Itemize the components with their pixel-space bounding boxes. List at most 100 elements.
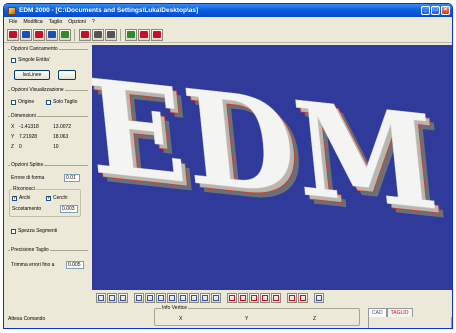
- rotate-button[interactable]: [178, 293, 188, 303]
- group-title: Precisione Taglio: [10, 247, 50, 253]
- zoom-window-button[interactable]: [107, 293, 117, 303]
- open-folder-icon: [9, 31, 17, 38]
- settings-icon: [316, 295, 322, 301]
- info-vertice-group: Info Vertice X Y Z: [154, 305, 360, 326]
- exit-button[interactable]: [151, 28, 163, 41]
- home-button[interactable]: [79, 28, 91, 41]
- title-bar[interactable]: EDM 2000 - [C:\Documents and Settings\Lu…: [4, 4, 452, 17]
- scostamento-input[interactable]: 0.003: [60, 205, 78, 213]
- spezza-segmenti-label: Spezza Segmenti: [18, 228, 58, 234]
- group-title: Dimensioni: [10, 113, 37, 119]
- layer-3-button[interactable]: [260, 293, 270, 303]
- spezza-segmenti-row[interactable]: Spezza Segmenti: [11, 228, 57, 234]
- isolinee-button[interactable]: IsoLinee: [14, 70, 50, 80]
- open-folder-button[interactable]: [7, 28, 19, 41]
- save-file-button[interactable]: [33, 28, 45, 41]
- solo-taglio-label: Solo Taglio: [53, 99, 78, 105]
- archi-checkbox[interactable]: ✓: [12, 195, 17, 201]
- layer-3-icon: [262, 295, 268, 301]
- layer-5-button[interactable]: [287, 293, 297, 303]
- zoom-window-icon: [109, 295, 115, 301]
- menu-help[interactable]: ?: [89, 19, 98, 25]
- errore-forma-input[interactable]: 0.01: [64, 174, 80, 182]
- edit-button[interactable]: [92, 28, 104, 41]
- solo-taglio-checkbox[interactable]: [46, 99, 51, 105]
- tab-taglio[interactable]: TAGLIO: [386, 308, 413, 317]
- riconosci-group: Riconosci ✓ Archi ✓ Cerchi Scostamento 0…: [9, 186, 81, 217]
- blank-button[interactable]: [58, 70, 76, 80]
- disk-button[interactable]: [125, 28, 137, 41]
- menu-opzioni[interactable]: Opzioni: [65, 19, 89, 25]
- zoom-extents-button[interactable]: [96, 293, 106, 303]
- group-dimensioni: Dimensioni X -1.41318 13.0072 Y 7.21928 …: [8, 113, 88, 156]
- cerchi-checkbox[interactable]: ✓: [46, 195, 51, 201]
- render-icon: [213, 295, 219, 301]
- info-y-label: Y: [245, 316, 249, 322]
- menu-taglio[interactable]: Taglio: [46, 19, 66, 25]
- cerchi-row[interactable]: ✓ Cerchi: [46, 195, 67, 201]
- view-iso-button[interactable]: [167, 293, 177, 303]
- layer-5-icon: [289, 295, 295, 301]
- tab-cad[interactable]: CAD: [368, 308, 387, 317]
- menu-file[interactable]: File: [6, 19, 20, 25]
- settings-button[interactable]: [314, 293, 324, 303]
- main-toolbar: [4, 27, 452, 43]
- layer-2-button[interactable]: [249, 293, 259, 303]
- zoom-in-button[interactable]: [118, 293, 128, 303]
- layer-4-button[interactable]: [271, 293, 281, 303]
- singola-entita-row[interactable]: Singole Entita': [11, 57, 50, 63]
- view-side-button[interactable]: [156, 293, 166, 303]
- layer-1-button[interactable]: [238, 293, 248, 303]
- singola-entita-checkbox[interactable]: [11, 57, 16, 63]
- pan-button[interactable]: [189, 293, 199, 303]
- 3d-viewport[interactable]: EDM EDM EDM: [92, 45, 452, 290]
- dim-max-y: 18.063: [53, 134, 69, 140]
- minimize-button[interactable]: _: [421, 6, 430, 15]
- view-iso-icon: [169, 295, 175, 301]
- origine-checkbox[interactable]: [11, 99, 16, 105]
- layer-6-button[interactable]: [298, 293, 308, 303]
- dim-axis-y: Y: [11, 134, 15, 140]
- group-title: Opzioni Caricamento: [10, 46, 59, 52]
- group-title: Opzioni Visualizzazione: [10, 87, 65, 93]
- view-top-button[interactable]: [134, 293, 144, 303]
- view-toolbar: [92, 291, 452, 305]
- print-button[interactable]: [138, 28, 150, 41]
- edit-icon: [94, 31, 102, 38]
- info-z-label: Z: [313, 316, 317, 322]
- open-file-button[interactable]: [20, 28, 32, 41]
- maximize-button[interactable]: □: [431, 6, 440, 15]
- export-icon: [61, 31, 69, 38]
- group-title: Opzioni Spline: [10, 162, 45, 168]
- rotate-icon: [180, 295, 186, 301]
- dim-row-z: Z 0 10: [11, 144, 59, 150]
- export-button[interactable]: [59, 28, 71, 41]
- import-file-button[interactable]: [46, 28, 58, 41]
- redraw-button[interactable]: [200, 293, 210, 303]
- dim-axis-x: X: [11, 124, 15, 130]
- trimma-label: Trimma errori fino a: [11, 262, 55, 268]
- toolbar-separator: [74, 28, 76, 41]
- pan-icon: [191, 295, 197, 301]
- group-opzioni-caricamento: Opzioni Caricamento Singole Entita' IsoL…: [8, 46, 88, 85]
- layer-6-icon: [300, 295, 306, 301]
- group-opzioni-spline: Opzioni Spline Errore di forma 0.01 Rico…: [8, 162, 88, 241]
- shape-icon: [107, 31, 115, 38]
- wireframe-button[interactable]: [227, 293, 237, 303]
- close-button[interactable]: ×: [441, 6, 450, 15]
- trimma-input[interactable]: 0.005: [66, 261, 84, 269]
- menu-modifica[interactable]: Modifica: [20, 19, 45, 25]
- solo-taglio-row[interactable]: Solo Taglio: [46, 99, 77, 105]
- wireframe-icon: [229, 295, 235, 301]
- origine-row[interactable]: Origine: [11, 99, 34, 105]
- render-button[interactable]: [211, 293, 221, 303]
- view-front-icon: [147, 295, 153, 301]
- shape-button[interactable]: [105, 28, 117, 41]
- view-front-button[interactable]: [145, 293, 155, 303]
- dim-max-x: 13.0072: [53, 124, 72, 130]
- spezza-segmenti-checkbox[interactable]: [11, 228, 16, 234]
- archi-row[interactable]: ✓ Archi: [12, 195, 30, 201]
- view-side-icon: [158, 295, 164, 301]
- errore-forma-row: Errore di forma: [11, 175, 44, 181]
- scostamento-label: Scostamento: [12, 206, 42, 212]
